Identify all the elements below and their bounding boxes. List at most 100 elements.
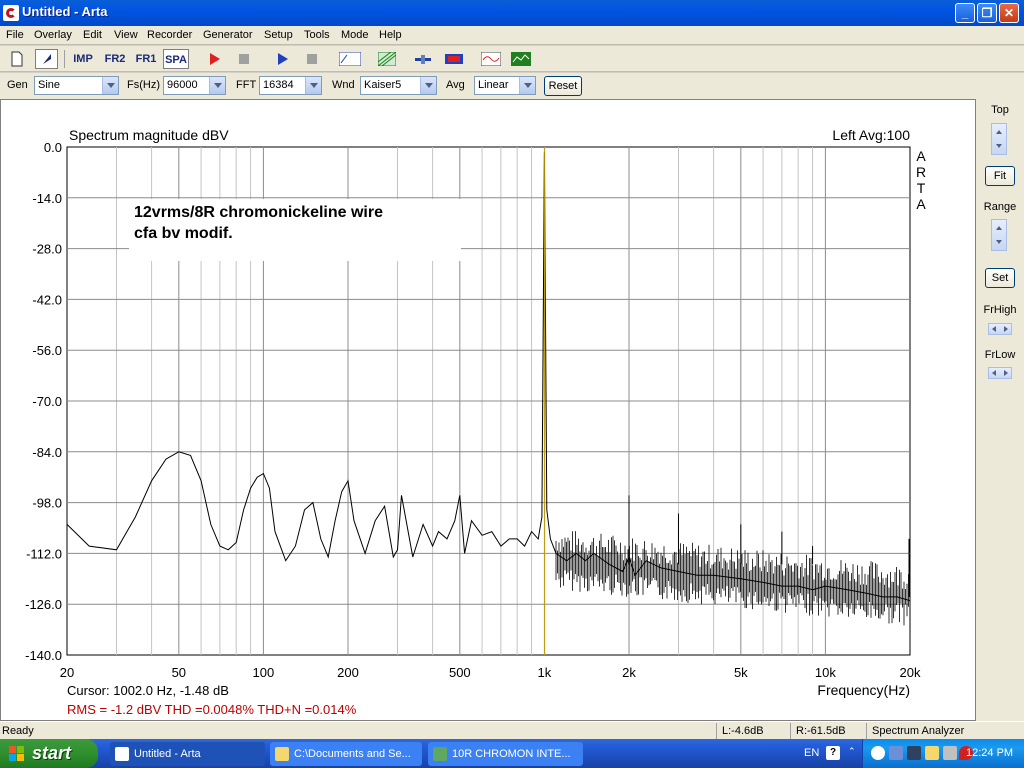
menu-overlay[interactable]: Overlay bbox=[34, 29, 72, 41]
chevron-left-icon[interactable] bbox=[992, 370, 996, 376]
top-label: Top bbox=[991, 104, 1009, 116]
window-type-select[interactable]: Kaiser5 bbox=[360, 76, 437, 95]
close-button[interactable]: ✕ bbox=[999, 3, 1019, 23]
status-left-level: L:-4.6dB bbox=[722, 725, 764, 737]
fft-size-value: 16384 bbox=[263, 79, 294, 91]
fr2-mode-button[interactable]: FR2 bbox=[102, 49, 128, 69]
chevron-right-icon[interactable] bbox=[1004, 326, 1008, 332]
tray-expand-icon[interactable] bbox=[871, 746, 885, 760]
waveform-icon[interactable] bbox=[479, 49, 502, 69]
spectrum-view-icon[interactable] bbox=[509, 49, 532, 69]
thd-results: RMS = -1.2 dBV THD =0.0048% THD+N =0.014… bbox=[67, 702, 357, 717]
taskbar-item-label: C:\Documents and Se... bbox=[294, 748, 411, 760]
menu-tools[interactable]: Tools bbox=[304, 29, 330, 41]
x-tick-label: 500 bbox=[449, 665, 471, 680]
y-tick-label: -42.0 bbox=[32, 292, 62, 307]
menu-recorder[interactable]: Recorder bbox=[147, 29, 192, 41]
chevron-down-icon[interactable] bbox=[996, 144, 1002, 148]
pointer-icon[interactable] bbox=[35, 49, 58, 69]
volume-icon[interactable] bbox=[943, 746, 957, 760]
slider-icon[interactable] bbox=[411, 49, 434, 69]
set-button[interactable]: Set bbox=[985, 268, 1015, 288]
arta-watermark: A R T A bbox=[916, 148, 926, 212]
generator-value: Sine bbox=[38, 79, 61, 91]
minimize-button[interactable]: _ bbox=[955, 3, 975, 23]
clock: 12:24 PM bbox=[966, 747, 1014, 759]
menu-help[interactable]: Help bbox=[379, 29, 402, 41]
range-spinner[interactable] bbox=[991, 219, 1007, 251]
frhigh-spinner[interactable] bbox=[988, 323, 1012, 335]
record-play-icon[interactable] bbox=[202, 49, 225, 69]
maximize-button[interactable]: ❐ bbox=[977, 3, 997, 23]
fr1-mode-button[interactable]: FR1 bbox=[133, 49, 159, 69]
fft-size-select[interactable]: 16384 bbox=[259, 76, 322, 95]
chevron-down-icon bbox=[519, 77, 535, 94]
network-icon[interactable] bbox=[889, 746, 903, 760]
chevron-down-icon[interactable] bbox=[996, 240, 1002, 244]
arta-app-icon[interactable] bbox=[3, 5, 19, 21]
chevron-down-icon bbox=[209, 77, 225, 94]
help-icon[interactable]: ? bbox=[826, 746, 840, 760]
avg-label: Avg bbox=[446, 79, 465, 91]
generator-select[interactable]: Sine bbox=[34, 76, 119, 95]
annotation-line-2: cfa bv modif. bbox=[134, 225, 233, 242]
spectrum-plot-area[interactable]: 0.0 -14.0 -28.0 -42.0 -56.0 -70.0 -84.0 -98.0 -1… bbox=[0, 99, 976, 721]
chevron-up-icon[interactable] bbox=[996, 226, 1002, 230]
chevron-right-icon[interactable] bbox=[1004, 370, 1008, 376]
tray-scroll-icon[interactable]: ⌃ bbox=[848, 746, 862, 760]
taskbar-item-explorer[interactable]: C:\Documents and Se... bbox=[270, 742, 422, 766]
x-axis-label: Frequency(Hz) bbox=[817, 682, 910, 698]
reset-button[interactable]: Reset bbox=[544, 76, 582, 96]
y-tick-label: -140.0 bbox=[25, 648, 62, 663]
y-tick-label: -112.0 bbox=[26, 546, 62, 561]
taskbar-item-image[interactable]: 10R CHROMON INTE... bbox=[428, 742, 583, 766]
y-tick-label: -56.0 bbox=[32, 343, 62, 358]
tray-app-icon[interactable] bbox=[907, 746, 921, 760]
taskbar: start Untitled - Arta C:\Documents and S… bbox=[0, 739, 1024, 768]
menu-generator[interactable]: Generator bbox=[203, 29, 253, 41]
annotation-line-1: 12vrms/8R chromonickeline wire bbox=[134, 204, 383, 221]
spectrum-chart[interactable]: 0.0 -14.0 -28.0 -42.0 -56.0 -70.0 -84.0 -98.0 -1… bbox=[1, 100, 975, 720]
y-tick-label: -70.0 bbox=[32, 394, 62, 409]
generator-stop-icon[interactable] bbox=[300, 49, 323, 69]
menu-mode[interactable]: Mode bbox=[341, 29, 369, 41]
annotation-abc-icon[interactable] bbox=[337, 49, 363, 69]
fit-button[interactable]: Fit bbox=[985, 166, 1015, 186]
menu-edit[interactable]: Edit bbox=[83, 29, 102, 41]
status-bar: Ready L:-4.6dB R:-61.5dB Spectrum Analyz… bbox=[0, 721, 1024, 739]
spectrum-mode-button[interactable]: SPA bbox=[163, 49, 189, 69]
x-tick-label: 10k bbox=[815, 665, 836, 680]
language-indicator[interactable]: EN bbox=[804, 747, 819, 759]
menu-file[interactable]: File bbox=[6, 29, 24, 41]
channel-average-label: Left Avg:100 bbox=[832, 127, 910, 143]
x-tick-label: 20k bbox=[900, 665, 921, 680]
window-title: Untitled - Arta bbox=[22, 4, 108, 19]
sample-rate-select[interactable]: 96000 bbox=[163, 76, 226, 95]
status-right-level: R:-61.5dB bbox=[796, 725, 846, 737]
stop-icon[interactable] bbox=[232, 49, 255, 69]
window-label: Wnd bbox=[332, 79, 355, 91]
taskbar-item-label: 10R CHROMON INTE... bbox=[452, 748, 571, 760]
taskbar-item-arta[interactable]: Untitled - Arta bbox=[110, 742, 265, 766]
generator-play-icon[interactable] bbox=[270, 49, 293, 69]
start-button[interactable]: start bbox=[0, 739, 98, 768]
x-tick-label: 50 bbox=[172, 665, 186, 680]
menu-setup[interactable]: Setup bbox=[264, 29, 293, 41]
menu-view[interactable]: View bbox=[114, 29, 138, 41]
chevron-down-icon bbox=[305, 77, 321, 94]
right-control-panel: Top Fit Range Set FrHigh FrLow bbox=[976, 99, 1024, 721]
top-spinner[interactable] bbox=[991, 123, 1007, 155]
chevron-down-icon bbox=[420, 77, 436, 94]
new-file-icon[interactable] bbox=[5, 49, 28, 69]
frlow-spinner[interactable] bbox=[988, 367, 1012, 379]
chevron-up-icon[interactable] bbox=[996, 130, 1002, 134]
x-tick-label: 100 bbox=[253, 665, 275, 680]
status-separator bbox=[790, 723, 791, 739]
grid-icon[interactable] bbox=[375, 49, 398, 69]
tray-folder-icon[interactable] bbox=[925, 746, 939, 760]
impulse-mode-button[interactable]: IMP bbox=[70, 49, 96, 69]
x-tick-label: 20 bbox=[60, 665, 74, 680]
averaging-select[interactable]: Linear bbox=[474, 76, 536, 95]
chevron-left-icon[interactable] bbox=[992, 326, 996, 332]
color-bar-icon[interactable] bbox=[442, 49, 465, 69]
